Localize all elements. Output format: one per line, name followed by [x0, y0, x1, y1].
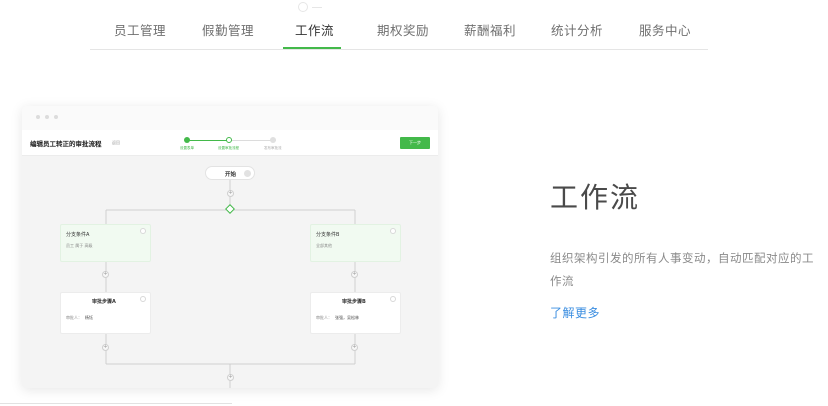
add-node-icon[interactable]: + [351, 344, 358, 351]
workflow-preview-window: 编辑员工转正的审批流程 返回 设置表单 设置审批流程 发布审批流 下一步 + +… [22, 106, 438, 388]
step-label: 发布审批流 [264, 146, 282, 150]
feature-description: 组织架构引发的所有人事变动，自动匹配对应的工作流 [550, 251, 814, 288]
window-titlebar [22, 106, 438, 130]
branch-node-a[interactable]: 分支条件A 员工 属于 高级 [60, 224, 151, 262]
learn-more-link[interactable]: 了解更多 [550, 304, 600, 321]
add-node-icon[interactable]: + [102, 344, 109, 351]
tab-workflow[interactable]: 工作流 [295, 20, 334, 39]
active-tab-underline [283, 47, 341, 49]
branch-diamond-icon [225, 204, 235, 214]
feature-tabs: 员工管理 假勤管理 工作流 期权奖励 薪酬福利 统计分析 服务中心 [90, 0, 708, 50]
approval-title: 审批步骤A [92, 299, 116, 305]
step-dot-icon [184, 137, 190, 143]
tab-employee-management[interactable]: 员工管理 [114, 20, 166, 39]
approver-value: 张强，吴松林 [335, 315, 359, 320]
tab-analytics[interactable]: 统计分析 [551, 20, 603, 39]
branch-node-b[interactable]: 分支条件B 全部其他 [310, 224, 401, 262]
close-icon[interactable] [244, 170, 251, 177]
approval-node-a[interactable]: 审批步骤A 审批人： 杨钰 [60, 292, 151, 334]
branch-condition: 全部其他 [316, 243, 332, 248]
editor-title: 编辑员工转正的审批流程 [30, 140, 102, 148]
add-node-icon[interactable]: + [102, 271, 109, 278]
start-node[interactable]: 开始 [205, 166, 255, 180]
approval-node-b[interactable]: 审批步骤B 审批人： 张强，吴松林 [310, 292, 401, 334]
approver-label: 审批人： [66, 315, 82, 320]
approval-title: 审批步骤B [342, 299, 366, 305]
step-progress-line [186, 140, 231, 141]
approver-label: 审批人： [316, 315, 332, 320]
add-node-icon[interactable]: + [351, 271, 358, 278]
feature-title: 工作流 [550, 181, 641, 214]
close-icon[interactable] [140, 296, 146, 302]
window-dot-icon [36, 115, 40, 119]
add-node-icon[interactable]: + [227, 374, 234, 381]
step-dot-icon [226, 137, 232, 143]
approver-value: 杨钰 [85, 315, 93, 320]
window-dot-icon [45, 115, 49, 119]
close-icon[interactable] [390, 296, 396, 302]
window-dot-icon [54, 115, 58, 119]
close-icon[interactable] [390, 228, 396, 234]
step-label: 设置表单 [180, 146, 194, 150]
tab-service-center[interactable]: 服务中心 [639, 20, 691, 39]
add-node-icon[interactable]: + [227, 190, 234, 197]
step-label: 设置审批流程 [218, 146, 239, 150]
bottom-divider [0, 403, 232, 404]
editor-header: 编辑员工转正的审批流程 返回 设置表单 设置审批流程 发布审批流 下一步 [22, 130, 438, 156]
step-dot-icon [270, 137, 276, 143]
branch-title: 分支条件B [316, 232, 340, 238]
back-link[interactable]: 返回 [112, 140, 120, 146]
close-icon[interactable] [140, 228, 146, 234]
branch-title: 分支条件A [66, 232, 90, 238]
tab-attendance[interactable]: 假勤管理 [202, 20, 254, 39]
tab-options[interactable]: 期权奖励 [377, 20, 429, 39]
start-label: 开始 [225, 172, 237, 178]
tab-compensation[interactable]: 薪酬福利 [464, 20, 516, 39]
branch-condition: 员工 属于 高级 [66, 243, 93, 248]
next-step-button[interactable]: 下一步 [400, 137, 430, 149]
